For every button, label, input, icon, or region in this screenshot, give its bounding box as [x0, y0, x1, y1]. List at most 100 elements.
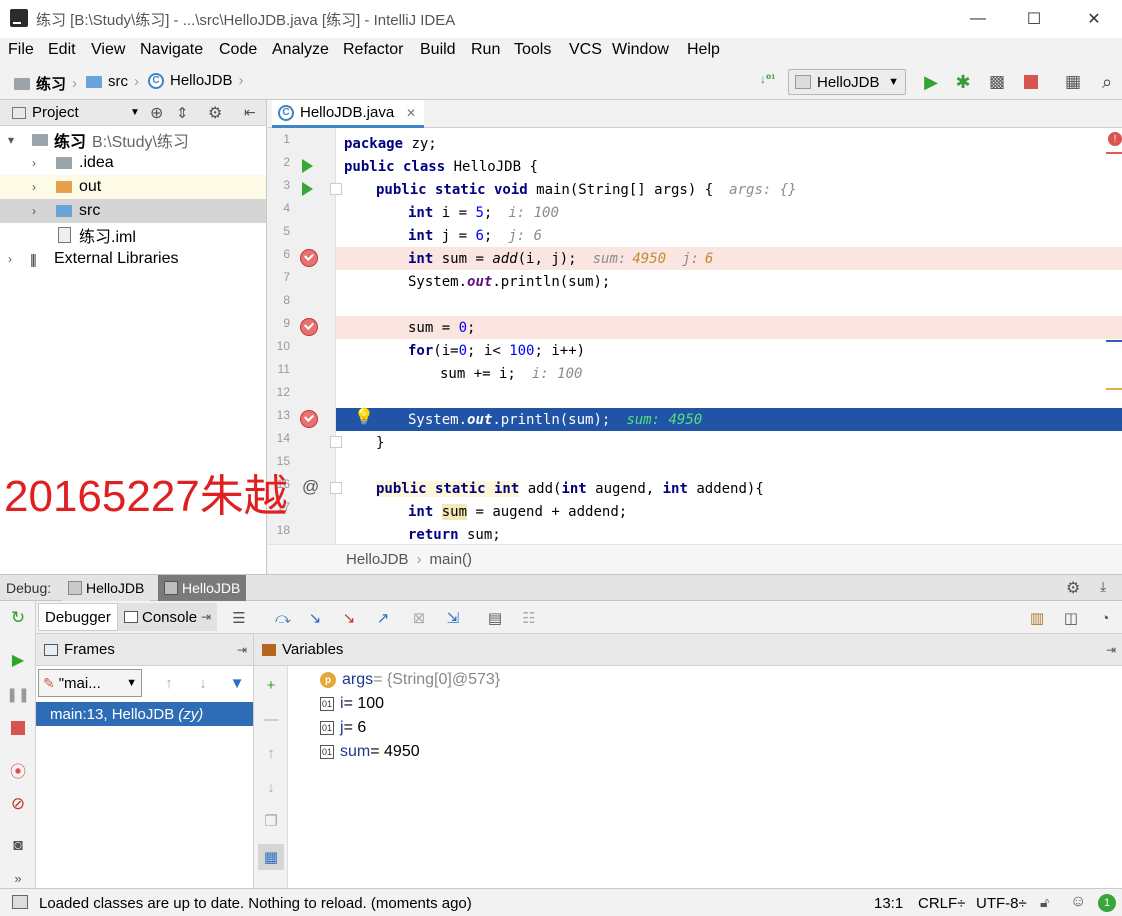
drop-frame-icon[interactable]: ⊠: [408, 607, 430, 629]
variable-row[interactable]: 01 i = 100: [320, 692, 384, 716]
code-line[interactable]: public class HelloJDB {: [336, 155, 1122, 178]
code-line[interactable]: int sum = augend + addend;: [336, 500, 1122, 523]
nav-crumb-project[interactable]: 练习 ›: [14, 73, 77, 94]
move-up-icon[interactable]: ↑: [260, 742, 282, 764]
force-step-into-icon[interactable]: ↘: [338, 607, 360, 629]
stripe-mark[interactable]: [1106, 388, 1122, 390]
breakpoint-icon[interactable]: [300, 249, 318, 267]
pin-icon[interactable]: ⇥: [237, 643, 247, 657]
status-message[interactable]: Loaded classes are up to date. Nothing t…: [39, 895, 472, 912]
menu-code[interactable]: Code: [219, 41, 257, 59]
remove-watch-icon[interactable]: —: [260, 708, 282, 730]
menu-help[interactable]: Help: [687, 41, 720, 59]
debug-session-tab[interactable]: HelloJDB: [62, 575, 151, 601]
coverage-icon[interactable]: ▩: [986, 71, 1008, 93]
more-icon[interactable]: »: [7, 867, 29, 889]
code-line[interactable]: int sum = add (i, j); sum: 4950 j: 6: [336, 247, 1122, 270]
tree-item-idea[interactable]: › .idea: [0, 151, 266, 175]
code-line[interactable]: sum = 0;: [336, 316, 1122, 339]
code-line[interactable]: sum += i; i: 100: [336, 362, 1122, 385]
tab-hellojdb-java[interactable]: C HelloJDB.java ✕: [272, 100, 424, 128]
caret-position[interactable]: 13:1: [874, 895, 903, 912]
step-over-icon[interactable]: ⤼: [272, 607, 294, 629]
build-project-icon[interactable]: ↓⁰¹: [760, 72, 775, 86]
tool-windows-icon[interactable]: [12, 895, 28, 909]
run-config-select[interactable]: HelloJDB ▼: [788, 69, 906, 95]
tree-item-external-libraries[interactable]: › ||| External Libraries: [0, 247, 266, 271]
run-icon[interactable]: ▶: [920, 71, 942, 93]
minimize-button[interactable]: —: [950, 0, 1006, 38]
menu-navigate[interactable]: Navigate: [140, 41, 203, 59]
error-indicator-icon[interactable]: !: [1108, 132, 1122, 146]
variable-row[interactable]: 01 j = 6: [320, 716, 366, 740]
notification-badge[interactable]: 1: [1098, 894, 1116, 912]
hide-panel-icon[interactable]: ⇤: [244, 104, 256, 121]
mute-breakpoints-icon[interactable]: ⊘: [7, 793, 29, 815]
menu-file[interactable]: File: [8, 41, 34, 59]
camera-icon[interactable]: ◙: [7, 835, 29, 857]
restore-layout-icon[interactable]: ▥: [1026, 607, 1048, 629]
file-encoding[interactable]: UTF-8÷: [976, 895, 1027, 912]
nav-crumb-src[interactable]: src ›: [86, 73, 139, 90]
stop-icon[interactable]: [7, 717, 29, 739]
menu-vcs[interactable]: VCS: [569, 41, 602, 59]
menu-view[interactable]: View: [91, 41, 125, 59]
code-line[interactable]: int i = 5; i: 100: [336, 201, 1122, 224]
nav-crumb-class[interactable]: C HelloJDB ›: [148, 72, 244, 89]
rerun-icon[interactable]: ↻: [7, 607, 29, 629]
code-line[interactable]: }: [336, 431, 1122, 454]
step-into-icon[interactable]: ↘: [304, 607, 326, 629]
tab-debugger[interactable]: Debugger: [38, 603, 118, 631]
new-watch-icon[interactable]: +: [260, 674, 282, 696]
menu-run[interactable]: Run: [471, 41, 500, 59]
menu-refactor[interactable]: Refactor: [343, 41, 403, 59]
menu-window[interactable]: Window: [612, 41, 669, 59]
tree-item-src[interactable]: › src: [0, 199, 266, 223]
search-icon[interactable]: ⌕: [1096, 71, 1118, 93]
gear-icon[interactable]: ⚙: [208, 103, 222, 123]
override-at-icon[interactable]: @: [302, 477, 319, 497]
filter-icon[interactable]: ▼: [226, 672, 248, 694]
code-line[interactable]: public static int add(int augend, int ad…: [336, 477, 1122, 500]
tree-item-iml[interactable]: 练习.iml: [0, 223, 266, 247]
stop-icon[interactable]: [1020, 71, 1042, 93]
menu-tools[interactable]: Tools: [514, 41, 551, 59]
copy-icon[interactable]: ❐: [260, 810, 282, 832]
error-stripe-mark[interactable]: [1106, 152, 1122, 154]
variable-row[interactable]: p args = {String[0]@573}: [320, 668, 500, 692]
tree-item-project-root[interactable]: ▾ 练习 B:\Study\练习: [0, 128, 266, 152]
pin-icon[interactable]: ⇥: [1106, 643, 1116, 657]
close-icon[interactable]: ✕: [406, 106, 416, 120]
breadcrumb-class[interactable]: HelloJDB: [346, 551, 409, 568]
menu-analyze[interactable]: Analyze: [272, 41, 329, 59]
performance-icon[interactable]: ◔: [1094, 607, 1116, 629]
project-structure-icon[interactable]: ▦: [1062, 71, 1084, 93]
gear-icon[interactable]: ⚙: [1066, 578, 1080, 598]
code-line[interactable]: return sum;: [336, 523, 1122, 546]
line-separator[interactable]: CRLF÷: [918, 895, 965, 912]
maximize-button[interactable]: ☐: [1006, 0, 1062, 38]
view-breakpoints-icon[interactable]: ⦿: [7, 759, 29, 781]
breadcrumb-method[interactable]: main(): [430, 551, 473, 568]
code-line[interactable]: package zy;: [336, 132, 1122, 155]
variable-row[interactable]: 01 sum = 4950: [320, 740, 420, 764]
code-line[interactable]: int j = 6; j: 6: [336, 224, 1122, 247]
breakpoint-icon[interactable]: [300, 410, 318, 428]
menu-build[interactable]: Build: [420, 41, 456, 59]
stripe-mark[interactable]: [1106, 340, 1122, 342]
run-class-gutter-icon[interactable]: [302, 159, 313, 173]
debug-session-tab-active[interactable]: HelloJDB: [158, 575, 247, 601]
step-out-icon[interactable]: ↗: [372, 607, 394, 629]
lightbulb-icon[interactable]: 💡: [354, 407, 374, 427]
next-frame-icon[interactable]: ↓: [192, 672, 214, 694]
move-down-icon[interactable]: ↓: [260, 776, 282, 798]
trace-icon[interactable]: ☷: [518, 607, 540, 629]
lock-icon[interactable]: 🔓︎: [1040, 894, 1049, 911]
code-line-current[interactable]: System. out .println(sum); sum: 4950: [336, 408, 1122, 431]
chevron-down-icon[interactable]: ▼: [130, 107, 140, 118]
collapse-all-icon[interactable]: ⇕: [176, 104, 189, 122]
hide-panel-icon[interactable]: ⤓: [1100, 578, 1106, 595]
resume-icon[interactable]: ▶: [7, 649, 29, 671]
locate-icon[interactable]: ⊕: [150, 103, 163, 123]
inspector-icon[interactable]: ☺: [1070, 893, 1086, 911]
